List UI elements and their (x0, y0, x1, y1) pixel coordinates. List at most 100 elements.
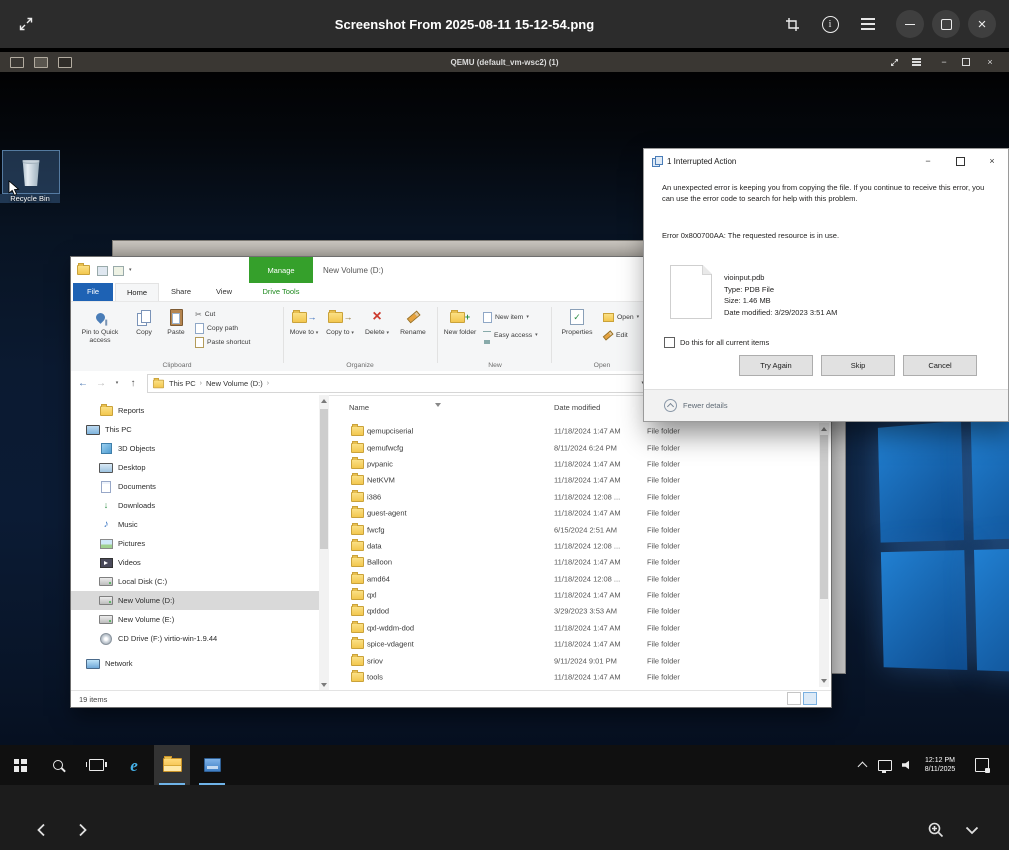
fullscreen-button[interactable] (12, 10, 40, 38)
dialog-minimize-button[interactable]: − (912, 149, 944, 173)
file-row[interactable]: Balloon11/18/2024 1:47 AMFile folder (329, 554, 817, 570)
file-row[interactable]: qemufwcfg8/11/2024 6:24 PMFile folder (329, 439, 817, 455)
sidebar-item-network[interactable]: Network (71, 654, 319, 673)
easy-access-button[interactable]: Easy access▾ (483, 329, 538, 342)
previous-image-button[interactable] (26, 814, 58, 846)
qemu-minimize-button[interactable]: − (934, 52, 954, 72)
qemu-expand-button[interactable] (884, 52, 904, 72)
column-date-modified[interactable]: Date modified (554, 403, 600, 412)
task-view-button[interactable] (78, 745, 114, 785)
blue-app-taskbar-button[interactable] (194, 745, 230, 785)
info-button[interactable]: i (816, 10, 844, 38)
file-row[interactable]: guest-agent11/18/2024 1:47 AMFile folder (329, 505, 817, 521)
skip-button[interactable]: Skip (821, 355, 895, 376)
cut-button[interactable]: ✂Cut (195, 308, 215, 321)
sidebar-item-pictures[interactable]: Pictures (71, 534, 319, 553)
volume-tray-icon[interactable] (896, 745, 918, 785)
dialog-maximize-button[interactable] (944, 149, 976, 173)
dialog-close-button[interactable]: × (976, 149, 1008, 173)
cancel-button[interactable]: Cancel (903, 355, 977, 376)
qemu-screen-icon[interactable] (58, 57, 72, 68)
file-row[interactable]: pvpanic11/18/2024 1:47 AMFile folder (329, 456, 817, 472)
view-list-button[interactable] (787, 692, 801, 705)
manage-contextual-tab[interactable]: Manage (249, 257, 313, 283)
file-row[interactable]: tools11/18/2024 1:47 AMFile folder (329, 669, 817, 685)
rename-button[interactable]: Rename (395, 305, 431, 363)
file-row[interactable]: fwcfg6/15/2024 2:51 AMFile folder (329, 521, 817, 537)
taskbar-clock[interactable]: 12:12 PM 8/11/2025 (916, 745, 964, 785)
new-item-button[interactable]: New item▾ (483, 311, 529, 324)
sidebar-item-videos[interactable]: Videos (71, 553, 319, 572)
sidebar-item-new-volume-d-[interactable]: New Volume (D:) (71, 591, 319, 610)
file-row[interactable]: qemupciserial11/18/2024 1:47 AMFile fold… (329, 423, 817, 439)
address-box[interactable]: This PC › New Volume (D:) › ▾ (147, 374, 649, 393)
qat-newfolder-icon[interactable] (113, 266, 124, 276)
file-explorer-taskbar-button[interactable] (154, 745, 190, 785)
delete-button[interactable]: × Delete ▾ (361, 305, 393, 363)
start-button[interactable] (2, 745, 38, 785)
file-row[interactable]: i38611/18/2024 12:08 ...File folder (329, 489, 817, 505)
file-row[interactable]: qxldod3/29/2023 3:53 AMFile folder (329, 603, 817, 619)
files-scrollbar[interactable] (819, 423, 829, 687)
tab-drive-tools[interactable]: Drive Tools (249, 283, 313, 301)
action-center-button[interactable] (964, 745, 1000, 785)
nav-scrollbar[interactable] (319, 395, 329, 691)
file-row[interactable]: NetKVM11/18/2024 1:47 AMFile folder (329, 472, 817, 488)
taskbar-search-button[interactable] (40, 745, 76, 785)
sidebar-item-local-disk-c-[interactable]: Local Disk (C:) (71, 572, 319, 591)
file-row[interactable]: sriov9/11/2024 9:01 PMFile folder (329, 652, 817, 668)
up-button[interactable]: ↑ (125, 371, 141, 395)
minimize-button[interactable] (896, 10, 924, 38)
sidebar-item-new-volume-e-[interactable]: New Volume (E:) (71, 610, 319, 629)
sidebar-item-reports[interactable]: Reports (71, 401, 319, 420)
menu-button[interactable] (854, 10, 882, 38)
paste-shortcut-button[interactable]: Paste shortcut (195, 336, 250, 349)
next-image-button[interactable] (66, 814, 98, 846)
maximize-button[interactable] (932, 10, 960, 38)
sidebar-item-this-pc[interactable]: This PC (71, 420, 319, 439)
crop-button[interactable] (778, 10, 806, 38)
file-row[interactable]: qxl-wddm-dod11/18/2024 1:47 AMFile folde… (329, 620, 817, 636)
file-row[interactable]: data11/18/2024 12:08 ...File folder (329, 538, 817, 554)
qat-properties-icon[interactable] (97, 266, 108, 276)
qemu-maximize-button[interactable] (956, 52, 976, 72)
tab-file[interactable]: File (73, 283, 113, 301)
paste-button[interactable]: Paste (161, 305, 191, 363)
try-again-button[interactable]: Try Again (739, 355, 813, 376)
zoom-button[interactable] (920, 814, 952, 846)
file-row[interactable]: qxl11/18/2024 1:47 AMFile folder (329, 587, 817, 603)
nav-scrollbar-thumb[interactable] (320, 409, 328, 549)
properties-button[interactable]: ✓ Properties (557, 305, 597, 363)
sidebar-item-3d-objects[interactable]: 3D Objects (71, 439, 319, 458)
show-hidden-icons-button[interactable] (852, 745, 872, 785)
tab-view[interactable]: View (205, 283, 243, 301)
fewer-details-toggle[interactable]: Fewer details (644, 389, 1008, 421)
qat-customize-caret-icon[interactable]: ▾ (129, 268, 132, 273)
qemu-monitor-icon[interactable] (34, 57, 48, 68)
sidebar-item-music[interactable]: ♪Music (71, 515, 319, 534)
breadcrumb-this-pc[interactable]: This PC (169, 379, 196, 388)
close-button[interactable]: × (968, 10, 996, 38)
edit-button[interactable]: Edit (603, 329, 628, 342)
breadcrumb-new-volume-d[interactable]: New Volume (D:) (206, 379, 263, 388)
sidebar-item-cd-drive-f-virtio-win-1-9-44[interactable]: CD Drive (F:) virtio-win-1.9.44 (71, 629, 319, 648)
qemu-display-icon[interactable] (10, 57, 24, 68)
files-scrollbar-thumb[interactable] (820, 435, 828, 599)
recent-locations-button[interactable]: ▾ (111, 371, 123, 395)
qemu-menu-button[interactable] (906, 52, 926, 72)
view-icons-button[interactable] (803, 692, 817, 705)
qemu-close-button[interactable]: × (980, 52, 1000, 72)
sidebar-item-desktop[interactable]: Desktop (71, 458, 319, 477)
tab-home[interactable]: Home (115, 283, 159, 302)
collapse-controls-button[interactable] (956, 814, 988, 846)
column-name[interactable]: Name (349, 403, 369, 412)
new-folder-button[interactable]: + New folder (443, 305, 477, 363)
pin-quick-access-button[interactable]: Pin to Quick access (73, 305, 127, 363)
forward-button[interactable]: → (93, 371, 109, 395)
network-tray-icon[interactable] (874, 745, 896, 785)
tab-share[interactable]: Share (159, 283, 203, 301)
copy-to-button[interactable]: → Copy to ▾ (323, 305, 357, 363)
copy-button[interactable]: Copy (129, 305, 159, 363)
copy-path-button[interactable]: Copy path (195, 322, 238, 335)
open-button[interactable]: Open▾ (603, 311, 639, 324)
